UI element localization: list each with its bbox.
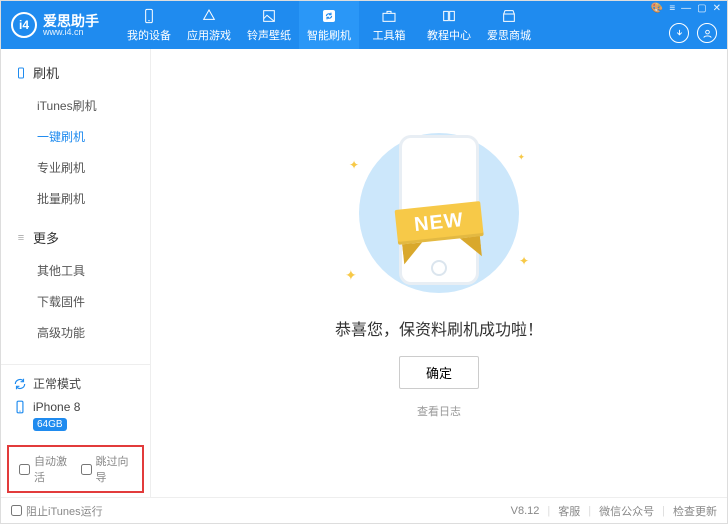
toolbox-icon [381,8,397,24]
device-icon [13,400,27,414]
block-itunes-checkbox[interactable]: 阻止iTunes运行 [11,503,103,519]
footer-link-support[interactable]: 客服 [558,503,580,519]
brand: i4 爱思助手 www.i4.cn [1,12,109,38]
footer-link-wechat[interactable]: 微信公众号 [599,503,654,519]
skin-button[interactable]: 🎨 [651,3,663,14]
auto-activate-input[interactable] [19,464,30,475]
stars-decoration: ✦ ✦ ✦ ✦ [339,128,539,298]
nav-item-apps[interactable]: 应用游戏 [179,1,239,49]
window-controls: 🎨 ≡ — ▢ ✕ [651,3,721,14]
close-button[interactable]: ✕ [713,3,721,14]
store-icon [501,8,517,24]
header-right-icons [669,23,717,43]
auto-activate-label: 自动激活 [34,453,71,485]
maximize-button[interactable]: ▢ [697,3,706,14]
mode-row[interactable]: 正常模式 [11,371,140,396]
nav-item-flash[interactable]: 智能刷机 [299,1,359,49]
nav-label: 教程中心 [427,27,471,43]
nav-label: 铃声壁纸 [247,27,291,43]
book-icon [441,8,457,24]
footer-left: 阻止iTunes运行 [11,503,103,519]
sidebar-item-download-firmware[interactable]: 下载固件 [1,286,150,317]
menu-button[interactable]: ≡ [669,3,675,14]
nav-item-tutorials[interactable]: 教程中心 [419,1,479,49]
sidebar-scroll: 刷机 iTunes刷机 一键刷机 专业刷机 批量刷机 ≡ 更多 其他工具 下载固… [1,49,150,364]
block-itunes-input[interactable] [11,505,22,516]
app-window: i4 爱思助手 www.i4.cn 我的设备 应用游戏 铃声壁纸 智能刷机 [0,0,728,524]
options-row: 自动激活 跳过向导 [7,445,144,493]
view-log-link[interactable]: 查看日志 [417,403,461,419]
sidebar-item-oneclick-flash[interactable]: 一键刷机 [1,121,150,152]
skip-guide-checkbox[interactable]: 跳过向导 [81,453,133,485]
sync-icon [13,377,27,391]
refresh-icon [321,8,337,24]
more-list: 其他工具 下载固件 高级功能 [1,253,150,356]
skip-guide-input[interactable] [81,464,92,475]
footer: 阻止iTunes运行 V8.12 | 客服 | 微信公众号 | 检查更新 [1,497,727,523]
wallpaper-icon [261,8,277,24]
phone-icon [141,8,157,24]
device-row[interactable]: iPhone 8 [11,396,140,418]
download-icon[interactable] [669,23,689,43]
mode-label: 正常模式 [33,375,81,392]
nav-item-device[interactable]: 我的设备 [119,1,179,49]
section-title: 刷机 [33,63,59,82]
main-content: NEW ✦ ✦ ✦ ✦ 恭喜您，保资料刷机成功啦！ 确定 查看日志 [151,49,727,497]
nav-label: 工具箱 [373,27,406,43]
sidebar-item-batch-flash[interactable]: 批量刷机 [1,183,150,214]
sidebar-item-other-tools[interactable]: 其他工具 [1,255,150,286]
more-icon: ≡ [15,232,27,244]
footer-link-update[interactable]: 检查更新 [673,503,717,519]
apps-icon [201,8,217,24]
section-more: ≡ 更多 [1,222,150,253]
sidebar-item-pro-flash[interactable]: 专业刷机 [1,152,150,183]
success-illustration: NEW ✦ ✦ ✦ ✦ [339,128,539,298]
top-nav: 我的设备 应用游戏 铃声壁纸 智能刷机 工具箱 教程中心 [119,1,539,49]
sidebar-bottom: 正常模式 iPhone 8 64GB [1,364,150,441]
version-label: V8.12 [511,505,540,517]
flash-list: iTunes刷机 一键刷机 专业刷机 批量刷机 [1,88,150,222]
body: 刷机 iTunes刷机 一键刷机 专业刷机 批量刷机 ≡ 更多 其他工具 下载固… [1,49,727,497]
nav-label: 爱思商城 [487,27,531,43]
section-title: 更多 [33,228,59,247]
sidebar-item-advanced[interactable]: 高级功能 [1,317,150,348]
success-message: 恭喜您，保资料刷机成功啦！ [335,316,543,340]
footer-right: V8.12 | 客服 | 微信公众号 | 检查更新 [511,503,717,519]
user-icon[interactable] [697,23,717,43]
nav-label: 智能刷机 [307,27,351,43]
nav-item-toolbox[interactable]: 工具箱 [359,1,419,49]
minimize-button[interactable]: — [681,3,691,14]
nav-item-ringtones[interactable]: 铃声壁纸 [239,1,299,49]
auto-activate-checkbox[interactable]: 自动激活 [19,453,71,485]
nav-label: 应用游戏 [187,27,231,43]
brand-title: 爱思助手 [43,14,99,28]
skip-guide-label: 跳过向导 [96,453,133,485]
section-flash: 刷机 [1,57,150,88]
confirm-button[interactable]: 确定 [399,356,479,389]
sidebar: 刷机 iTunes刷机 一键刷机 专业刷机 批量刷机 ≡ 更多 其他工具 下载固… [1,49,151,497]
device-name: iPhone 8 [33,400,80,414]
nav-item-store[interactable]: 爱思商城 [479,1,539,49]
block-itunes-label: 阻止iTunes运行 [26,503,103,519]
top-header: i4 爱思助手 www.i4.cn 我的设备 应用游戏 铃声壁纸 智能刷机 [1,1,727,49]
phone-small-icon [15,67,27,79]
nav-label: 我的设备 [127,27,171,43]
storage-badge: 64GB [33,418,67,431]
sidebar-item-itunes-flash[interactable]: iTunes刷机 [1,90,150,121]
brand-url: www.i4.cn [43,28,99,37]
brand-logo-icon: i4 [11,12,37,38]
device-storage-row: 64GB [11,418,140,435]
